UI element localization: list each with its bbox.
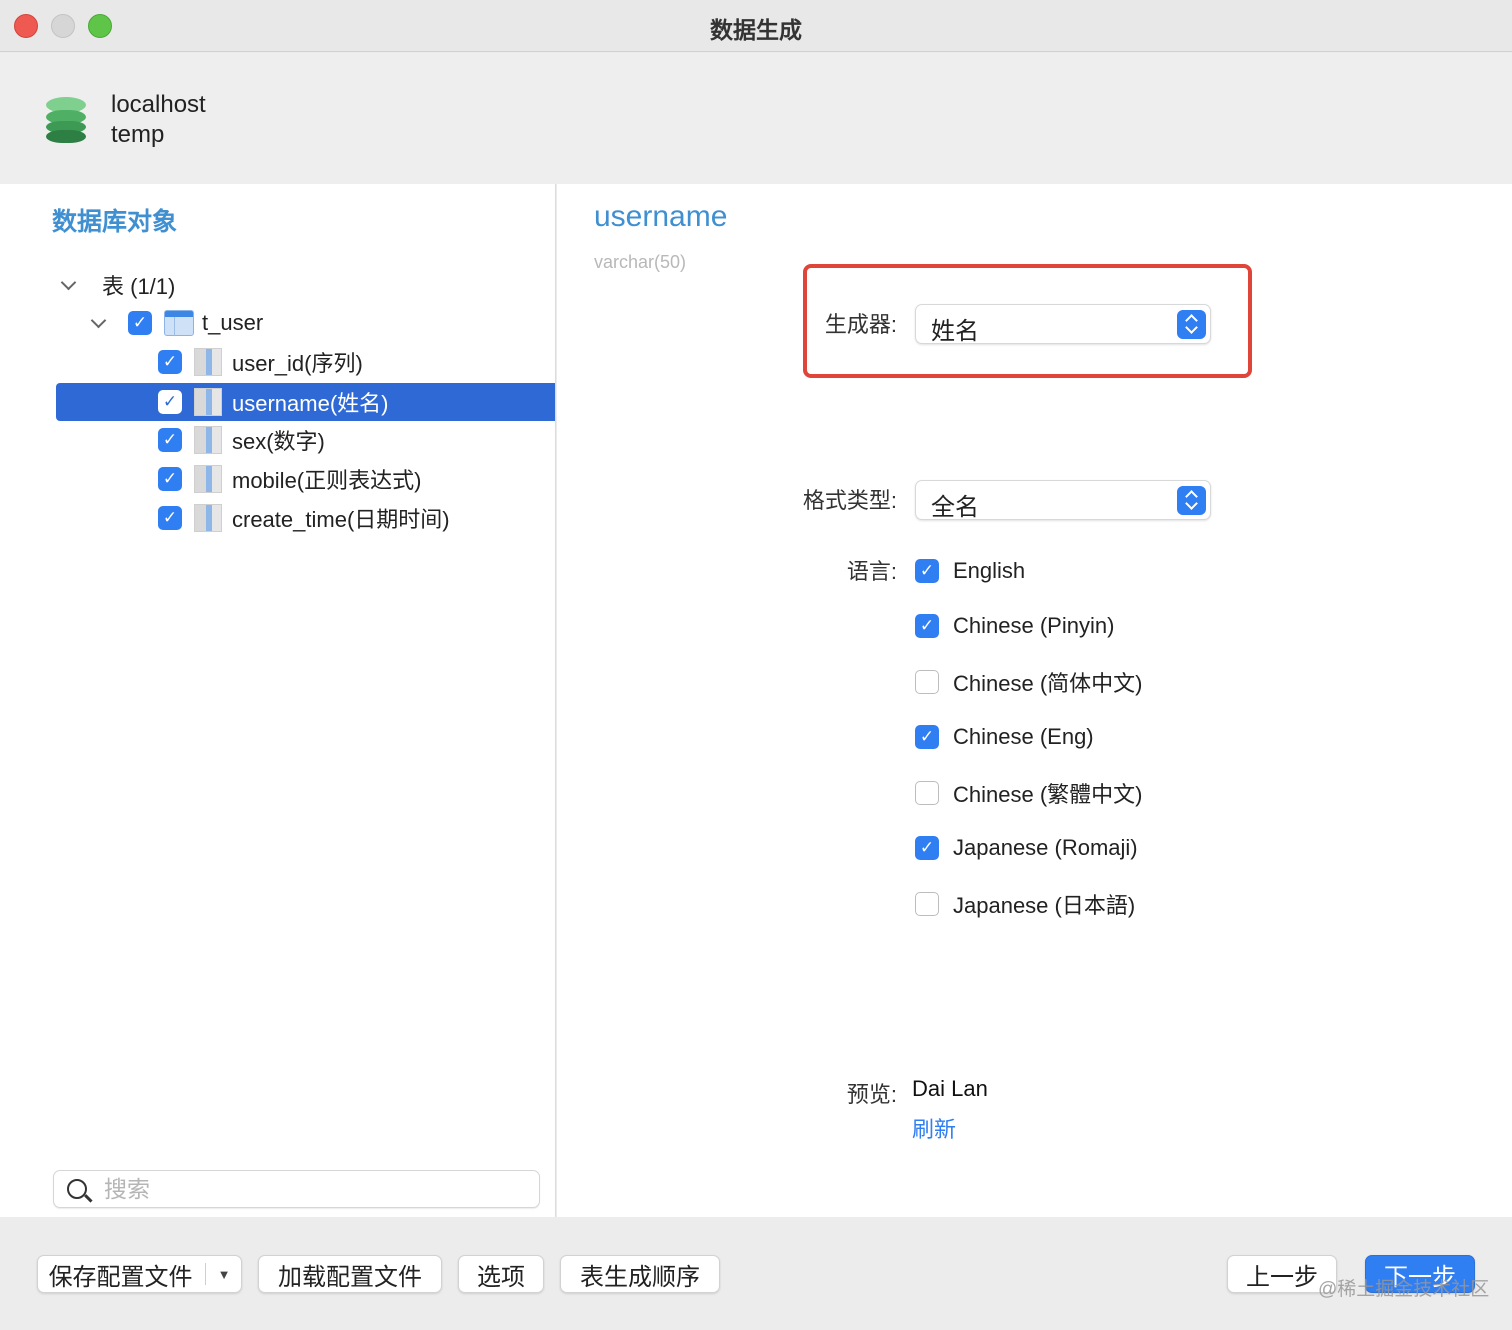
tree-item-column-selected[interactable]: ✓ username(姓名) (56, 383, 555, 421)
table-checkbox[interactable]: ✓ (128, 311, 152, 335)
chevron-up-down-icon[interactable] (1177, 486, 1206, 515)
column-label: create_time(日期时间) (232, 507, 450, 532)
language-checkbox[interactable]: ✓ (915, 836, 939, 860)
format-type-value: 全名 (931, 494, 979, 521)
language-option-label: Chinese (Pinyin) (953, 613, 1115, 638)
column-checkbox[interactable]: ✓ (158, 390, 182, 414)
language-checkbox[interactable] (915, 781, 939, 805)
language-checkbox[interactable]: ✓ (915, 614, 939, 638)
language-option[interactable]: ✓ Japanese (Romaji) (915, 833, 1138, 863)
language-label: 语言: (846, 559, 897, 584)
language-option[interactable]: Chinese (繁體中文) (915, 778, 1142, 808)
save-profile-button[interactable]: 保存配置文件 ▼ (37, 1255, 242, 1293)
refresh-link[interactable]: 刷新 (912, 1112, 956, 1144)
column-checkbox[interactable]: ✓ (158, 428, 182, 452)
search-icon (67, 1179, 87, 1199)
language-option[interactable]: ✓ Chinese (Eng) (915, 722, 1094, 752)
options-button[interactable]: 选项 (458, 1255, 544, 1293)
language-checkbox[interactable] (915, 670, 939, 694)
language-checkbox[interactable]: ✓ (915, 559, 939, 583)
tree-item-column[interactable]: ✓ mobile(正则表达式) (158, 460, 421, 498)
chevron-up-down-icon[interactable] (1177, 310, 1206, 339)
language-option-label: Chinese (Eng) (953, 724, 1094, 749)
tree-group-tables[interactable]: 表 (1/1) (60, 266, 175, 304)
footer-toolbar: 保存配置文件 ▼ 加载配置文件 选项 表生成顺序 上一步 下一步 (0, 1217, 1512, 1330)
format-type-select[interactable]: 全名 (915, 480, 1211, 521)
tree-item-column[interactable]: ✓ create_time(日期时间) (158, 499, 450, 537)
database-icon (46, 97, 86, 143)
tree-item-t-user[interactable]: ✓ t_user (90, 304, 263, 342)
language-option[interactable]: ✓ Chinese (Pinyin) (915, 611, 1114, 641)
generator-select[interactable]: 姓名 (915, 304, 1211, 345)
column-checkbox[interactable]: ✓ (158, 506, 182, 530)
language-checkbox[interactable] (915, 892, 939, 916)
column-icon (194, 388, 222, 416)
language-option[interactable]: Chinese (简体中文) (915, 667, 1142, 697)
load-profile-button[interactable]: 加载配置文件 (258, 1255, 442, 1293)
column-icon (194, 504, 222, 532)
tree-item-column[interactable]: ✓ user_id(序列) (158, 343, 556, 381)
chevron-down-icon[interactable] (60, 276, 78, 294)
section-title: 数据库对象 (52, 208, 178, 236)
column-label: sex(数字) (232, 429, 325, 454)
search-box[interactable] (53, 1170, 540, 1208)
language-option-label: Japanese (Romaji) (953, 835, 1138, 860)
connection-host: localhost (111, 91, 206, 118)
column-label: username(姓名) (232, 391, 389, 416)
database-objects-pane: 数据库对象 表 (1/1) ✓ t_user ✓ user_id(序列) ✓ u… (0, 184, 556, 1217)
table-icon (164, 310, 194, 336)
connection-database: temp (111, 121, 165, 148)
format-type-label: 格式类型: (802, 488, 897, 513)
column-icon (194, 465, 222, 493)
generator-label: 生成器: (824, 312, 897, 337)
field-type-label: varchar(50) (594, 252, 687, 272)
preview-value: Dai Lan (912, 1076, 988, 1101)
connection-header: localhost temp (0, 53, 1512, 184)
language-option[interactable]: ✓ English (915, 556, 1025, 586)
save-profile-label: 保存配置文件 (48, 1263, 193, 1291)
language-option-label: Japanese (日本語) (953, 893, 1136, 918)
language-checkbox[interactable]: ✓ (915, 725, 939, 749)
caret-down-icon[interactable]: ▼ (218, 1267, 231, 1282)
language-option-label: English (953, 558, 1026, 583)
language-option-label: Chinese (简体中文) (953, 671, 1143, 696)
column-label: mobile(正则表达式) (232, 468, 422, 493)
search-input[interactable] (104, 1175, 524, 1203)
column-icon (194, 426, 222, 454)
field-name-title: username (594, 200, 728, 233)
column-checkbox[interactable]: ✓ (158, 350, 182, 374)
split-divider (204, 1263, 206, 1285)
column-checkbox[interactable]: ✓ (158, 467, 182, 491)
preview-label: 预览: (846, 1082, 897, 1107)
column-label: user_id(序列) (232, 351, 363, 376)
column-icon (194, 348, 222, 376)
field-detail-pane: username varchar(50) 生成器: 姓名 格式类型: 全名 语言… (557, 184, 1512, 1217)
language-option[interactable]: Japanese (日本語) (915, 889, 1135, 919)
watermark: @稀土掘金技术社区 (1318, 1279, 1490, 1300)
chevron-down-icon[interactable] (90, 314, 108, 332)
language-option-label: Chinese (繁體中文) (953, 782, 1143, 807)
tree-group-label: 表 (1/1) (102, 274, 176, 299)
table-order-button[interactable]: 表生成顺序 (560, 1255, 720, 1293)
generator-value: 姓名 (931, 318, 979, 345)
window-title: 数据生成 (710, 17, 802, 43)
tree-item-column[interactable]: ✓ sex(数字) (158, 421, 325, 459)
title-bar: 数据生成 (0, 0, 1512, 52)
table-label: t_user (202, 310, 264, 335)
